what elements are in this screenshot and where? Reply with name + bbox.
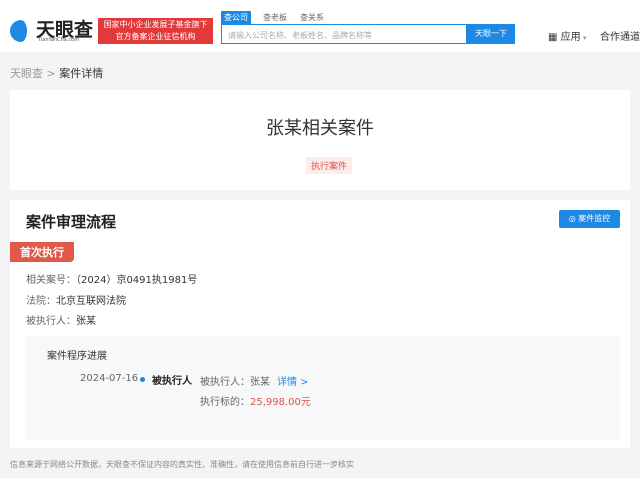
- case-header-card: 张某相关案件 执行案件: [10, 90, 630, 190]
- executee-row: 被执行人：张某: [26, 312, 96, 327]
- disclaimer: 信息来源于网络公开数据，天眼查不保证内容的真实性、准确性，请在使用信息前自行进一…: [10, 460, 354, 469]
- tab-relation[interactable]: 查关系: [297, 11, 327, 24]
- label: 法院：: [26, 296, 56, 307]
- amount-value: 25,998.00元: [250, 397, 311, 408]
- amount-label: 执行标的：: [200, 397, 250, 408]
- tab-company[interactable]: 查公司: [221, 11, 251, 24]
- timeline-party: 被执行人：张某: [200, 377, 270, 388]
- amount-row: 执行标的：25,998.00元: [200, 393, 311, 408]
- apps-menu[interactable]: ▦ 应用 ▾: [548, 28, 586, 43]
- label: 被执行人：: [26, 316, 76, 327]
- logo-icon[interactable]: [10, 20, 32, 42]
- breadcrumb-sep: >: [46, 67, 56, 80]
- progress-title: 案件程序进展: [47, 351, 107, 362]
- label: 相关案号：: [26, 275, 76, 286]
- badge-line1: 国家中小企业发展子基金旗下: [103, 20, 208, 29]
- timeline-date: 2024-07-16: [80, 373, 139, 384]
- stage-badge: 首次执行: [10, 242, 74, 262]
- monitor-button[interactable]: ◎ 案件监控: [559, 210, 620, 228]
- breadcrumb: 天眼查 > 案件详情: [10, 65, 103, 81]
- location-icon: ◎: [568, 214, 579, 223]
- value: （2024）京0491执1981号: [76, 275, 198, 286]
- timeline-role: 被执行人: [152, 376, 192, 387]
- case-flow-card: 案件审理流程 ◎ 案件监控 首次执行 相关案号：（2024）京0491执1981…: [10, 200, 630, 448]
- timeline-dot-icon: [140, 377, 145, 382]
- badge-line2: 官方备案企业征信机构: [115, 32, 196, 41]
- monitor-label: 案件监控: [578, 214, 611, 223]
- detail-link[interactable]: 详情 >: [277, 373, 309, 388]
- promo-badge[interactable]: 国家中小企业发展子基金旗下 官方备案企业征信机构: [98, 18, 213, 44]
- apps-label: 应用: [560, 32, 581, 43]
- value: 北京互联网法院: [56, 296, 126, 307]
- partner-link[interactable]: 合作通道: [600, 28, 640, 43]
- logo-sub: TianYanCha.com: [38, 37, 80, 43]
- progress-panel: 案件程序进展 2024-07-16 被执行人 被执行人：张某 详情 > 执行标的…: [26, 336, 620, 440]
- tab-boss[interactable]: 查老板: [260, 11, 290, 24]
- court-row: 法院：北京互联网法院: [26, 292, 126, 307]
- grid-icon: ▦: [548, 32, 561, 43]
- case-number-row: 相关案号：（2024）京0491执1981号: [26, 271, 197, 286]
- section-title: 案件审理流程: [26, 213, 117, 231]
- header: 天眼查 TianYanCha.com 国家中小企业发展子基金旗下 官方备案企业征信…: [0, 0, 640, 52]
- search-button[interactable]: 天眼一下: [467, 24, 515, 44]
- breadcrumb-home[interactable]: 天眼查: [10, 67, 43, 80]
- page-title: 张某相关案件: [266, 118, 374, 139]
- search-input[interactable]: 请输入公司名称、老板姓名、品牌名称等: [221, 24, 467, 44]
- chevron-down-icon: ▾: [580, 34, 587, 42]
- value: 张某: [76, 316, 96, 327]
- breadcrumb-current: 案件详情: [59, 67, 104, 80]
- case-type-badge: 执行案件: [306, 157, 353, 174]
